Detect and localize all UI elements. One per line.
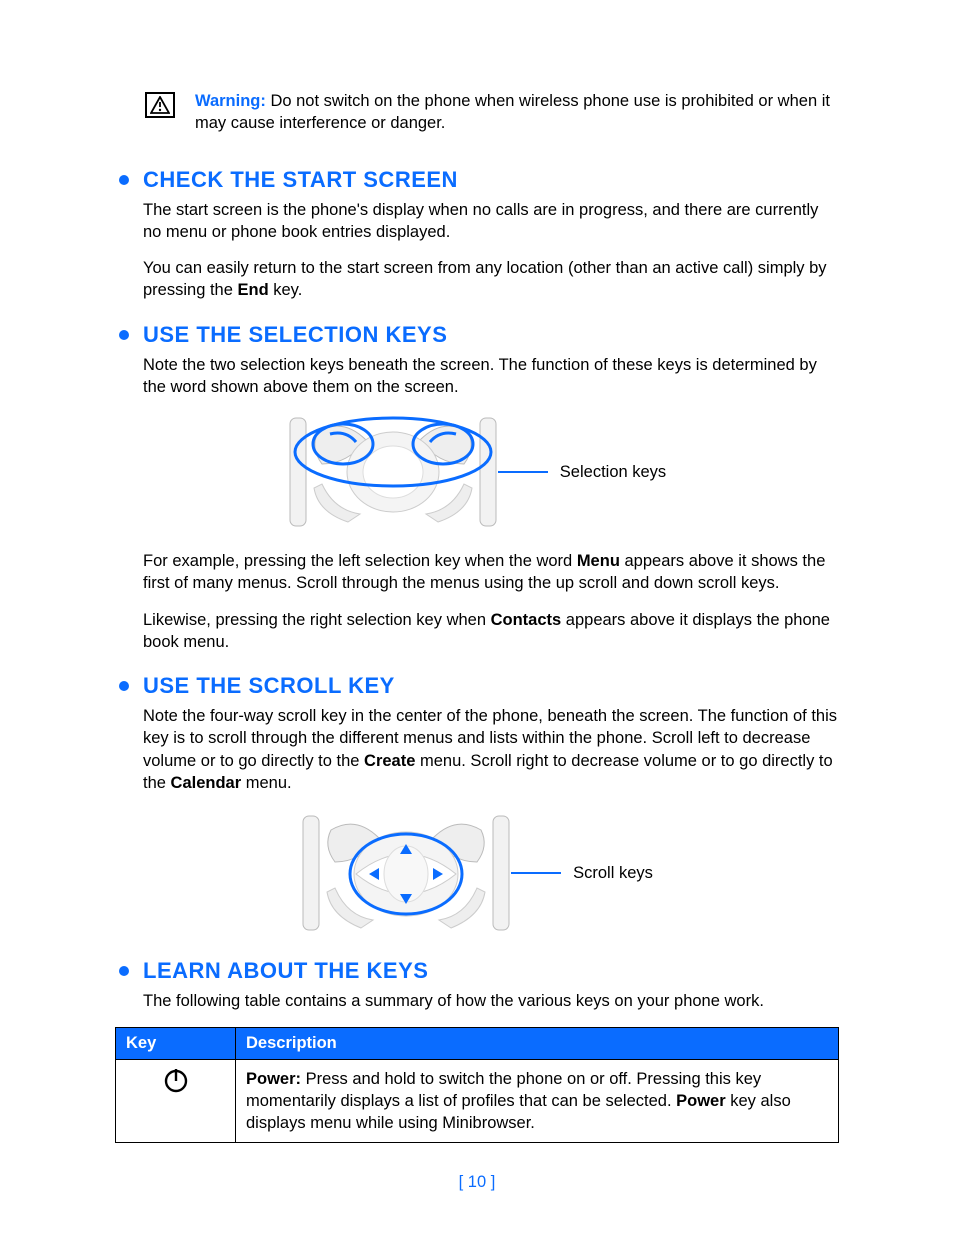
callout-label: Selection keys <box>560 463 666 482</box>
bullet-icon <box>119 966 129 976</box>
callout-label: Scroll keys <box>573 864 653 883</box>
paragraph: The following table contains a summary o… <box>143 990 839 1012</box>
section-title: USE THE SELECTION KEYS <box>143 322 447 348</box>
table-header-key: Key <box>116 1027 236 1059</box>
section-heading-selection: USE THE SELECTION KEYS <box>119 322 839 348</box>
phone-keypad-illustration <box>288 412 498 532</box>
bullet-icon <box>119 175 129 185</box>
warning-block: Warning: Do not switch on the phone when… <box>115 90 839 135</box>
section-heading-scroll: USE THE SCROLL KEY <box>119 673 839 699</box>
warning-text: Warning: Do not switch on the phone when… <box>195 90 839 135</box>
page-number: [ 10 ] <box>0 1173 954 1192</box>
key-icon-cell <box>116 1059 236 1143</box>
callout-line <box>498 471 548 473</box>
paragraph: The start screen is the phone's display … <box>143 199 839 244</box>
paragraph: Likewise, pressing the right selection k… <box>143 609 839 654</box>
paragraph: Note the four-way scroll key in the cent… <box>143 705 839 794</box>
warning-body: Do not switch on the phone when wireless… <box>195 92 830 132</box>
section-title: CHECK THE START SCREEN <box>143 167 458 193</box>
section-title: USE THE SCROLL KEY <box>143 673 395 699</box>
power-icon <box>163 1068 189 1094</box>
bullet-icon <box>119 330 129 340</box>
table-header-description: Description <box>236 1027 839 1059</box>
table-row: Power: Press and hold to switch the phon… <box>116 1059 839 1143</box>
figure-selection-keys: Selection keys <box>115 412 839 532</box>
keys-table: Key Description Power: Press and hold to… <box>115 1027 839 1144</box>
paragraph: Note the two selection keys beneath the … <box>143 354 839 399</box>
paragraph: For example, pressing the left selection… <box>143 550 839 595</box>
key-description-cell: Power: Press and hold to switch the phon… <box>236 1059 839 1143</box>
paragraph: You can easily return to the start scree… <box>143 257 839 302</box>
bullet-icon <box>119 681 129 691</box>
section-title: LEARN ABOUT THE KEYS <box>143 958 428 984</box>
warning-icon <box>145 92 175 118</box>
figure-scroll-keys: Scroll keys <box>115 808 839 938</box>
section-heading-check: CHECK THE START SCREEN <box>119 167 839 193</box>
section-heading-learn: LEARN ABOUT THE KEYS <box>119 958 839 984</box>
warning-label: Warning: <box>195 92 266 110</box>
phone-keypad-illustration <box>301 808 511 938</box>
callout-line <box>511 872 561 874</box>
document-page: Warning: Do not switch on the phone when… <box>0 0 954 1143</box>
